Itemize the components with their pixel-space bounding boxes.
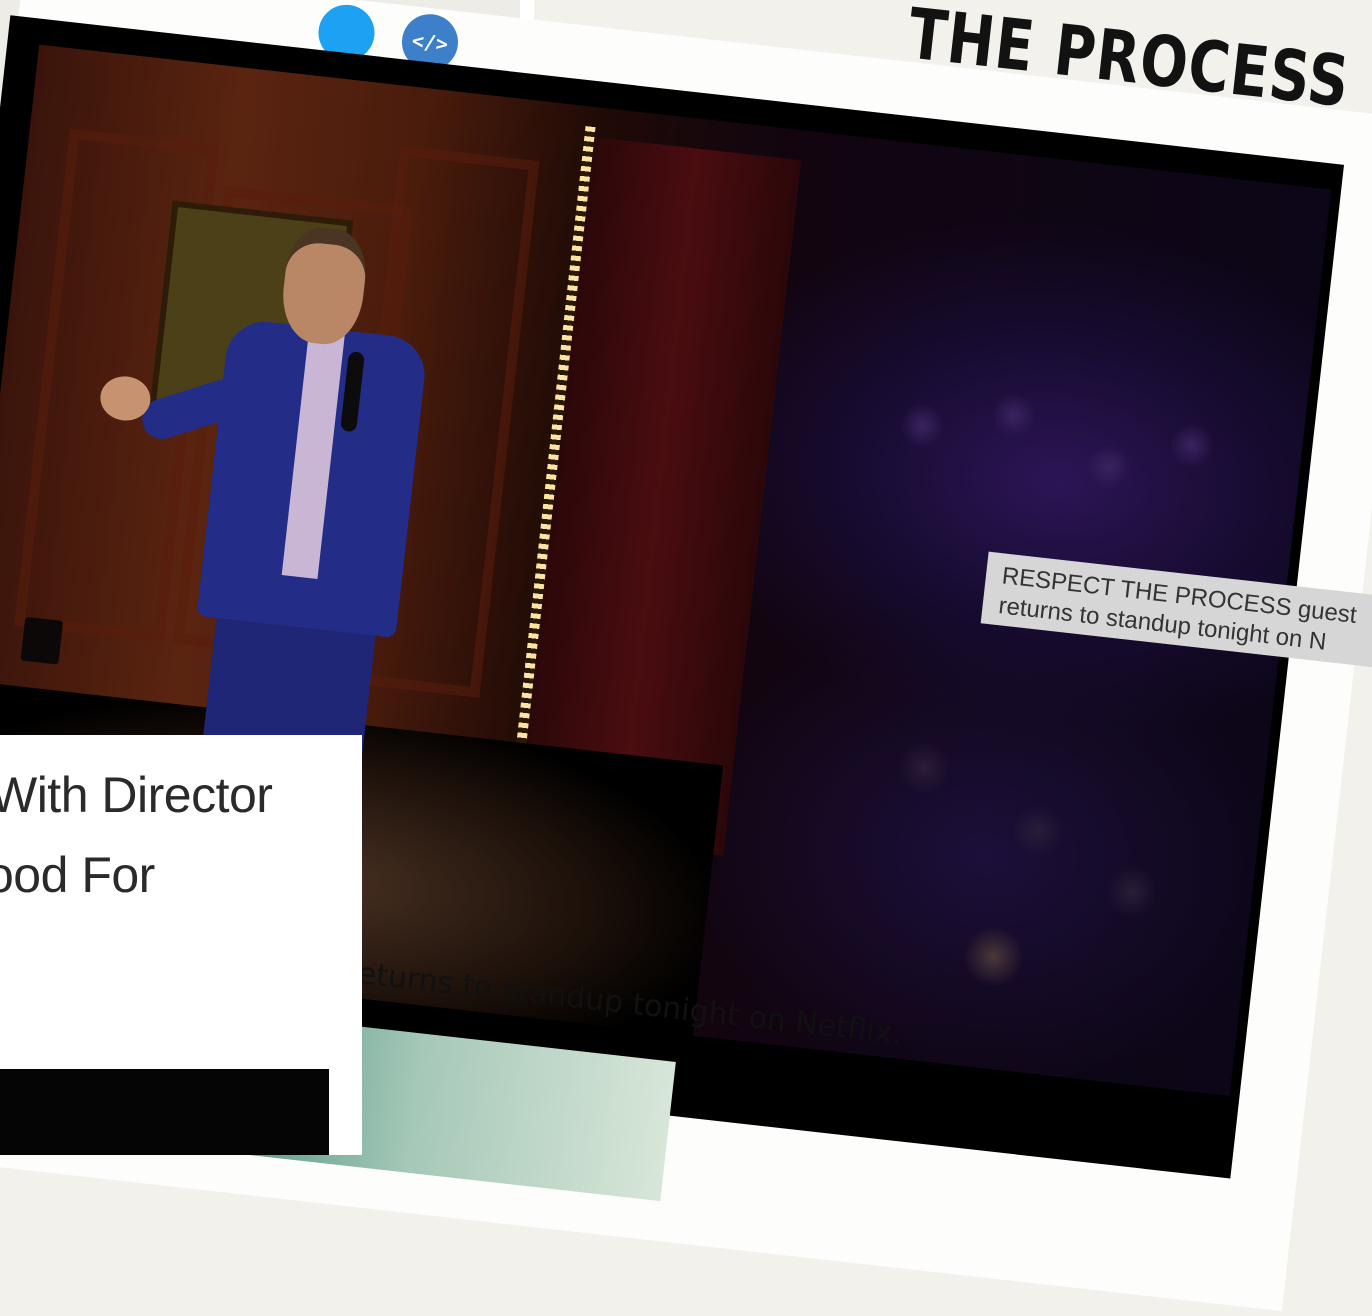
- audience: [795, 379, 1285, 1062]
- article-title-line: ood For: [0, 847, 155, 903]
- article-title-line: With Director: [0, 767, 273, 823]
- article-image-block: [0, 1069, 329, 1155]
- article-title[interactable]: With Director ood For: [0, 755, 362, 915]
- comedian-head: [277, 223, 371, 349]
- mug: [20, 616, 64, 665]
- article-card[interactable]: With Director ood For: [0, 735, 362, 1155]
- comedian: [98, 210, 490, 822]
